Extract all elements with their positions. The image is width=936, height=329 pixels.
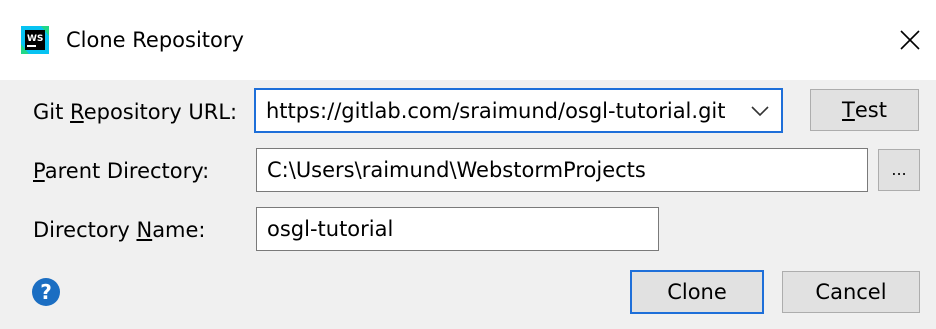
parent-directory-value: C:\Users\raimund\WebstormProjects [267,158,646,182]
title-bar: WS Clone Repository [0,0,936,80]
test-button[interactable]: Test [810,89,919,131]
close-button[interactable] [888,18,932,62]
clone-repository-dialog: WS Clone Repository Git Repository URL: … [0,0,936,329]
directory-name-value: osgl-tutorial [267,217,394,241]
svg-text:WS: WS [27,34,43,44]
parent-directory-label: Parent Directory: [33,159,210,183]
git-repository-url-combobox[interactable]: https://gitlab.com/sraimund/osgl-tutoria… [254,88,783,133]
help-icon[interactable]: ? [32,278,60,306]
dialog-title: Clone Repository [66,28,244,52]
cancel-button[interactable]: Cancel [782,271,920,313]
git-repository-url-value: https://gitlab.com/sraimund/osgl-tutoria… [266,98,726,123]
close-icon [900,30,920,50]
browse-button[interactable]: ... [878,149,920,191]
parent-directory-input[interactable]: C:\Users\raimund\WebstormProjects [256,148,868,192]
directory-name-input[interactable]: osgl-tutorial [256,207,659,251]
webstorm-app-icon: WS [21,26,49,54]
directory-name-label: Directory Name: [33,218,206,242]
chevron-down-icon[interactable] [749,104,771,118]
git-repository-url-label: Git Repository URL: [33,100,238,124]
clone-button[interactable]: Clone [630,270,764,314]
